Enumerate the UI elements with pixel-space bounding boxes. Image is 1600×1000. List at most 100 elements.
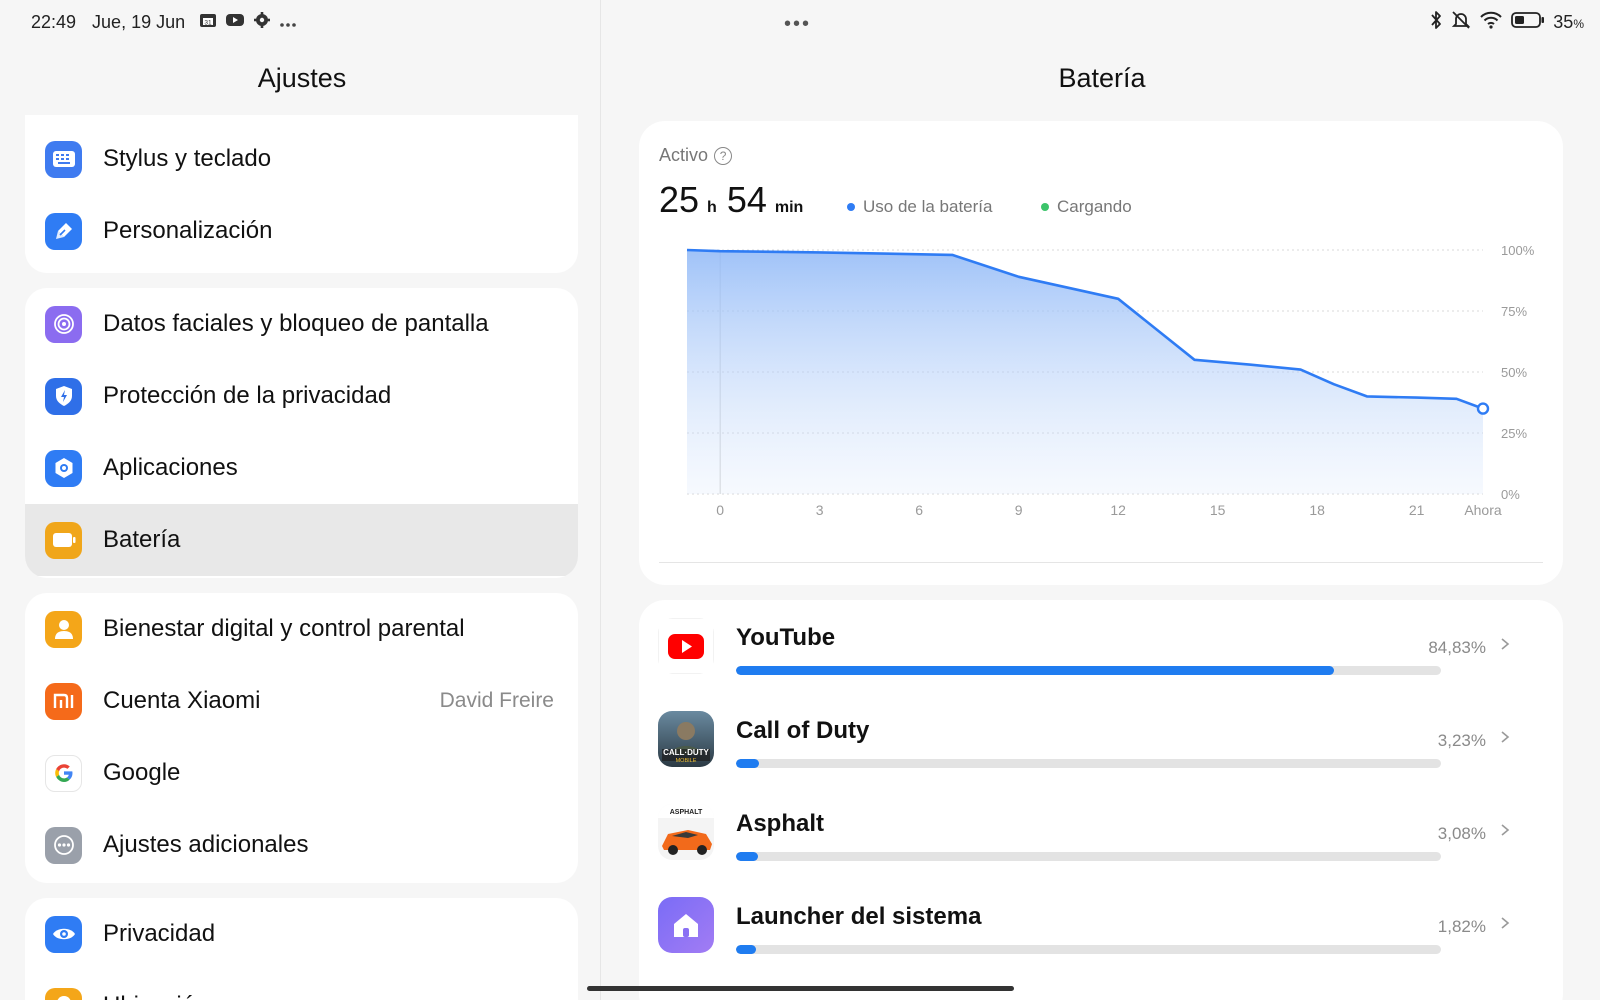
settings-item-privacidad[interactable]: Privacidad bbox=[25, 898, 578, 970]
x-tick-label: 15 bbox=[1210, 502, 1226, 518]
chevron-right-icon bbox=[1501, 824, 1510, 836]
settings-item-aplicaciones[interactable]: Aplicaciones bbox=[25, 432, 578, 504]
app-usage-row[interactable]: Launcher del sistema 1,82% bbox=[639, 879, 1563, 973]
settings-item-label: Google bbox=[103, 759, 181, 786]
xiaomi-icon bbox=[45, 682, 82, 720]
app-usage-percent: 3,08% bbox=[1437, 824, 1486, 843]
settings-item-datos-faciales[interactable]: Datos faciales y bloqueo de pantalla bbox=[25, 288, 578, 360]
app-usage-row[interactable]: CALL·DUTY MOBILE Call of Duty 3,23% bbox=[639, 693, 1563, 787]
settings-item-bateria[interactable]: Batería bbox=[25, 504, 578, 576]
app-usage-percent: 84,83% bbox=[1428, 638, 1486, 657]
app-usage-card: YouTube 84,83% CALL·DUTY MOBILE Call of Duty… bbox=[639, 600, 1563, 1000]
settings-item-stylus[interactable]: Stylus y teclado bbox=[25, 123, 578, 195]
usage-bar-fill bbox=[736, 666, 1335, 675]
wellbeing-icon bbox=[45, 610, 82, 648]
settings-item-privacidad-proteccion[interactable]: Protección de la privacidad bbox=[25, 360, 578, 432]
settings-item-label: Bienestar digital y control parental bbox=[103, 615, 465, 642]
keyboard-icon bbox=[45, 140, 82, 178]
wifi-icon bbox=[1479, 10, 1503, 35]
battery-percent: 35% bbox=[1553, 12, 1584, 32]
settings-item-label: Cuenta Xiaomi bbox=[103, 687, 261, 714]
more-settings-icon bbox=[45, 826, 82, 864]
settings-item-bienestar[interactable]: Bienestar digital y control parental bbox=[25, 593, 578, 665]
settings-item-label: Privacidad bbox=[103, 920, 216, 947]
battery-usage-card: Activo ? 25 h 54 min Uso de la batería C… bbox=[639, 121, 1563, 585]
x-tick-label: 18 bbox=[1309, 502, 1325, 518]
account-name: David Freire bbox=[439, 689, 554, 712]
settings-item-cuenta-xiaomi[interactable]: Cuenta Xiaomi David Freire bbox=[25, 665, 578, 737]
location-icon bbox=[45, 987, 82, 1000]
settings-item-label: Ubicación bbox=[103, 992, 208, 1000]
settings-item-ubicacion[interactable]: Ubicación bbox=[25, 970, 578, 1000]
silent-bell-icon bbox=[1451, 10, 1471, 35]
usage-bar-track bbox=[736, 759, 1441, 768]
brush-icon bbox=[45, 212, 82, 250]
call-of-duty-app-icon: CALL·DUTY MOBILE bbox=[658, 711, 714, 767]
chevron-right-icon bbox=[1501, 731, 1510, 743]
apps-gear-icon bbox=[45, 449, 82, 487]
chevron-right-icon bbox=[1501, 638, 1510, 650]
settings-pane: Ajustes Stylus y teclado Personalización… bbox=[0, 0, 600, 1000]
face-lock-icon bbox=[45, 305, 82, 343]
settings-item-ajustes-adicionales[interactable]: Ajustes adicionales bbox=[25, 809, 578, 881]
settings-group-3: Bienestar digital y control parental Cue… bbox=[25, 593, 578, 883]
app-usage-row[interactable]: ASPHALT Asphalt 3,08% bbox=[639, 786, 1563, 880]
y-tick-label: 50% bbox=[1501, 365, 1527, 380]
settings-item-label: Datos faciales y bloqueo de pantalla bbox=[103, 310, 489, 337]
usage-bar-track bbox=[736, 666, 1441, 675]
usage-bar-fill bbox=[736, 945, 756, 954]
battery-icon bbox=[1511, 11, 1545, 34]
privacy-shield-icon bbox=[45, 377, 82, 415]
pane-divider bbox=[600, 0, 601, 1000]
app-name: Asphalt bbox=[736, 810, 825, 837]
x-tick-label: 6 bbox=[915, 502, 923, 518]
battery-icon bbox=[45, 521, 82, 559]
launcher-app-icon bbox=[658, 897, 714, 953]
multitask-dots[interactable]: ••• bbox=[784, 13, 811, 36]
y-tick-label: 100% bbox=[1501, 243, 1535, 258]
settings-item-google[interactable]: Google bbox=[25, 737, 578, 809]
svg-text:MOBILE: MOBILE bbox=[676, 758, 697, 764]
app-usage-percent: 1,82% bbox=[1437, 917, 1486, 936]
settings-group-1: Stylus y teclado Personalización bbox=[25, 115, 578, 273]
svg-text:ASPHALT: ASPHALT bbox=[670, 809, 703, 816]
settings-title: Ajustes bbox=[257, 63, 347, 93]
home-indicator[interactable] bbox=[587, 986, 1014, 991]
bluetooth-icon bbox=[1429, 10, 1443, 35]
settings-item-label: Stylus y teclado bbox=[103, 145, 272, 172]
google-icon bbox=[45, 754, 82, 792]
app-name: Launcher del sistema bbox=[736, 903, 982, 930]
app-name: YouTube bbox=[736, 624, 836, 651]
x-tick-label: 0 bbox=[716, 502, 724, 518]
settings-group-2: Datos faciales y bloqueo de pantalla Pro… bbox=[25, 288, 578, 578]
settings-item-label: Batería bbox=[103, 526, 181, 553]
x-tick-label: 3 bbox=[816, 502, 824, 518]
usage-bar-track bbox=[736, 945, 1441, 954]
battery-chart[interactable]: 100% 75% 50% 25% 0% 0 3 6 9 12 15 18 21 Ahora bbox=[639, 121, 1563, 561]
settings-item-label: Personalización bbox=[103, 217, 273, 244]
x-tick-label: Ahora bbox=[1464, 502, 1502, 518]
y-tick-label: 75% bbox=[1501, 304, 1527, 319]
usage-bar-fill bbox=[736, 759, 759, 768]
y-tick-label: 25% bbox=[1501, 426, 1527, 441]
usage-bar-track bbox=[736, 852, 1441, 861]
app-usage-row[interactable]: YouTube 84,83% bbox=[639, 600, 1563, 694]
usage-bar-fill bbox=[736, 852, 758, 861]
eye-icon bbox=[45, 915, 82, 953]
svg-text:CALL·DUTY: CALL·DUTY bbox=[663, 748, 709, 757]
current-level-point bbox=[1476, 402, 1490, 415]
x-tick-label: 12 bbox=[1110, 502, 1126, 518]
battery-title: Batería bbox=[1058, 63, 1146, 93]
chevron-right-icon bbox=[1501, 917, 1510, 929]
app-usage-percent: 3,23% bbox=[1437, 731, 1486, 750]
y-tick-label: 0% bbox=[1501, 487, 1520, 502]
x-tick-label: 9 bbox=[1015, 502, 1023, 518]
asphalt-app-icon: ASPHALT bbox=[658, 804, 714, 860]
settings-item-personalizacion[interactable]: Personalización bbox=[25, 195, 578, 267]
settings-group-4: Privacidad Ubicación bbox=[25, 898, 578, 1000]
settings-item-label: Aplicaciones bbox=[103, 454, 238, 481]
status-right: 35% bbox=[1429, 10, 1584, 35]
settings-item-label: Ajustes adicionales bbox=[103, 831, 309, 858]
chart-separator bbox=[659, 562, 1543, 563]
settings-item-label: Protección de la privacidad bbox=[103, 382, 392, 409]
